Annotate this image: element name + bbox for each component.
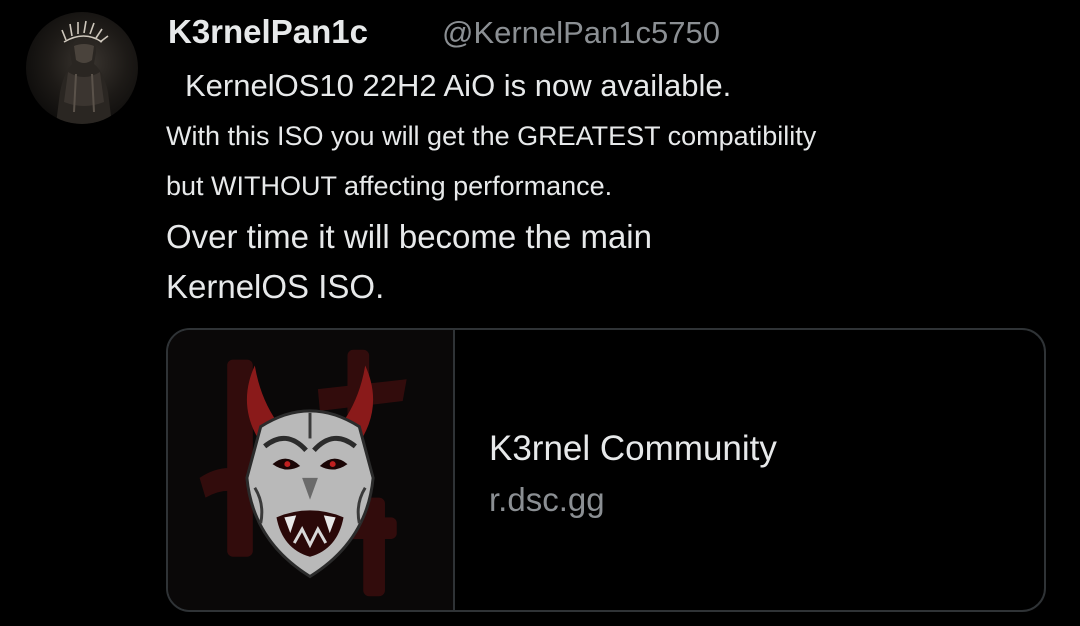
oni-mask-icon bbox=[199, 349, 407, 597]
tweet-text-line-2: With this ISO you will get the GREATEST … bbox=[166, 121, 817, 151]
tweet-text-line-5: KernelOS ISO. bbox=[166, 268, 385, 305]
author-display-name[interactable]: K3rnelPan1c bbox=[168, 10, 368, 54]
link-preview-card[interactable]: K3rnel Community r.dsc.gg bbox=[166, 328, 1046, 612]
tweet-text-line-4: Over time it will become the main bbox=[166, 218, 652, 255]
tweet-text-line-3: but WITHOUT affecting performance. bbox=[166, 171, 613, 201]
avatar-figure-icon bbox=[56, 20, 112, 124]
link-card-thumbnail bbox=[168, 330, 455, 610]
avatar[interactable] bbox=[26, 12, 138, 124]
tweet-text-line-1: KernelOS10 22H2 AiO is now available. bbox=[185, 68, 732, 103]
link-card-domain: r.dsc.gg bbox=[489, 481, 605, 518]
link-card-title: K3rnel Community bbox=[489, 429, 777, 468]
author-handle[interactable]: @KernelPan1c5750 bbox=[442, 12, 720, 54]
